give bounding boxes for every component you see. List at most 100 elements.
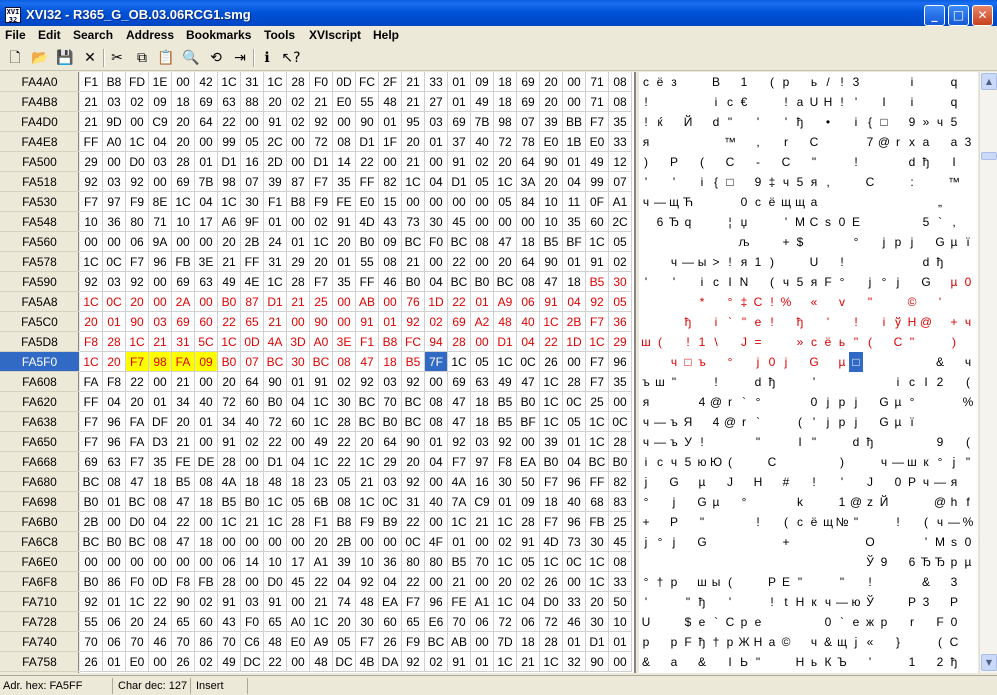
text-char[interactable]: © [779,632,793,652]
text-char[interactable]: ! [835,252,849,272]
hex-byte[interactable]: 96 [103,432,126,452]
hex-byte[interactable]: 69 [172,172,195,192]
hex-byte[interactable]: 70 [379,392,402,412]
hex-byte[interactable]: 08 [425,412,448,432]
hex-byte[interactable]: 47 [356,352,379,372]
hex-byte[interactable]: 22 [402,512,425,532]
text-char[interactable]: Ж [737,632,751,652]
text-char[interactable]: ч [877,452,891,472]
text-char[interactable] [961,652,975,672]
text-char[interactable] [723,512,737,532]
hex-byte[interactable]: BC [402,232,425,252]
hex-byte[interactable]: 18 [517,632,540,652]
hex-byte[interactable]: 65 [172,612,195,632]
hex-byte[interactable]: C9 [471,492,494,512]
hex-byte[interactable]: 03 [149,152,172,172]
scroll-down-icon[interactable]: ▼ [981,654,997,671]
hex-byte[interactable]: 01 [333,252,356,272]
hex-byte[interactable]: 22 [333,432,356,452]
hex-byte[interactable]: 00 [103,552,126,572]
text-char[interactable] [891,572,905,592]
hex-byte[interactable]: B0 [103,532,126,552]
hex-byte[interactable]: 08 [517,272,540,292]
hex-byte[interactable]: 73 [402,212,425,232]
hex-byte[interactable]: 02 [609,252,632,272]
hex-byte[interactable]: 03 [103,272,126,292]
hex-byte[interactable]: 92 [402,372,425,392]
hex-byte[interactable]: 00 [195,292,218,312]
text-char[interactable] [807,232,821,252]
hex-byte[interactable]: 1C [126,332,149,352]
text-char[interactable]: я [947,472,961,492]
text-char[interactable] [793,472,807,492]
hex-byte[interactable]: 2B [563,312,586,332]
hex-byte[interactable]: 18 [494,92,517,112]
text-char[interactable]: ! [639,92,653,112]
text-char[interactable] [947,352,961,372]
text-char[interactable] [667,92,681,112]
text-char[interactable]: I [723,652,737,672]
text-char[interactable] [723,432,737,452]
hex-byte[interactable]: F7 [586,372,609,392]
text-char[interactable]: µ [695,472,709,492]
text-char[interactable]: ч [667,252,681,272]
hex-byte[interactable]: 20 [310,252,333,272]
text-char[interactable] [751,572,765,592]
hex-byte[interactable]: 03 [471,432,494,452]
text-char[interactable] [891,352,905,372]
text-char[interactable]: J [723,472,737,492]
hex-byte[interactable]: 1C [126,132,149,152]
text-char[interactable] [863,192,877,212]
row-address[interactable]: FA4B8 [0,92,79,112]
text-char[interactable] [919,72,933,92]
text-char[interactable] [695,212,709,232]
row-address[interactable]: FA728 [0,612,79,632]
text-char[interactable]: µ [891,392,905,412]
hex-byte[interactable]: 29 [379,452,402,472]
text-char[interactable] [751,452,765,472]
hex-byte[interactable]: 3D [287,332,310,352]
hex-byte[interactable]: 34 [218,412,241,432]
text-char[interactable] [933,72,947,92]
hex-byte[interactable]: 22 [448,252,471,272]
hex-byte[interactable]: 69 [172,312,195,332]
text-char[interactable]: 0 [947,612,961,632]
text-char[interactable]: ` [751,412,765,432]
text-char[interactable] [793,632,807,652]
text-char[interactable] [751,492,765,512]
hex-byte[interactable]: 1C [218,512,241,532]
hex-byte[interactable]: 60 [195,312,218,332]
hex-byte[interactable]: FF [80,132,103,152]
hex-byte[interactable]: 00 [218,532,241,552]
hex-byte[interactable]: 02 [287,92,310,112]
hex-byte[interactable]: 03 [379,472,402,492]
text-char[interactable]: ч [667,452,681,472]
text-char[interactable] [667,112,681,132]
text-char[interactable] [667,612,681,632]
text-char[interactable]: : [905,172,919,192]
hex-byte[interactable]: 1C [218,332,241,352]
info-icon[interactable]: ℹ [257,48,277,68]
hex-byte[interactable]: B5 [540,232,563,252]
text-char[interactable] [667,392,681,412]
text-char[interactable] [737,152,751,172]
text-char[interactable]: G [877,412,891,432]
row-address[interactable]: FA668 [0,452,79,472]
text-char[interactable]: с [905,372,919,392]
hex-byte[interactable]: F7 [586,112,609,132]
text-char[interactable]: с [807,332,821,352]
hex-byte[interactable]: 92 [310,112,333,132]
hex-byte[interactable]: 36 [103,212,126,232]
hex-byte[interactable]: B0 [218,292,241,312]
hex-byte[interactable]: 7A [448,492,471,512]
text-char[interactable] [919,632,933,652]
text-char[interactable] [877,532,891,552]
hex-byte[interactable]: 68 [586,492,609,512]
text-char[interactable]: Р [905,472,919,492]
text-char[interactable]: F [821,272,835,292]
hex-byte[interactable]: 49 [218,272,241,292]
text-char[interactable] [849,192,863,212]
hex-byte[interactable]: 06 [517,612,540,632]
hex-byte[interactable]: 20 [586,592,609,612]
text-char[interactable]: ° [835,272,849,292]
